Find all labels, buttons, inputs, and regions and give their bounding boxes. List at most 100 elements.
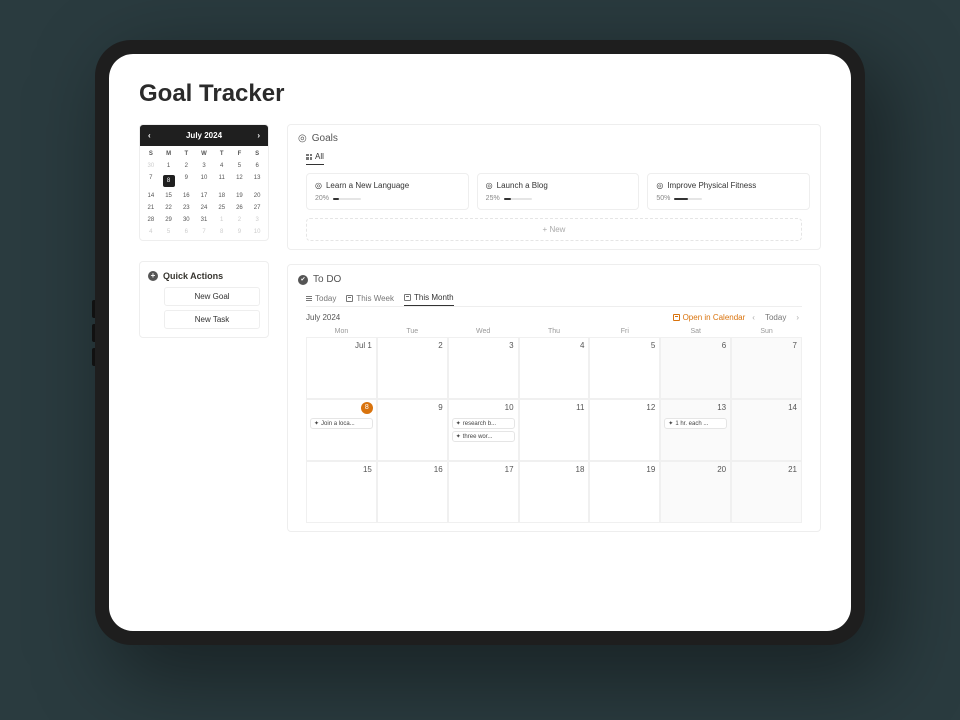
list-icon — [306, 296, 312, 301]
goal-card[interactable]: Learn a New Language20% — [306, 173, 469, 210]
minical-day[interactable]: 6 — [248, 160, 266, 172]
calendar-cell[interactable]: 12 — [589, 399, 660, 461]
minical-day[interactable]: 3 — [195, 160, 213, 172]
calendar-cell[interactable]: 5 — [589, 337, 660, 399]
calendar-cell[interactable]: 2 — [377, 337, 448, 399]
bolt-icon: ✦ — [456, 420, 461, 427]
minical-day[interactable]: 22 — [160, 202, 178, 214]
minical-day[interactable]: 15 — [160, 190, 178, 202]
calendar-cell[interactable]: 13✦1 hr. each ... — [660, 399, 731, 461]
calendar-cell[interactable]: 17 — [448, 461, 519, 523]
minical-day[interactable]: 9 — [177, 172, 195, 190]
new-goal-card-button[interactable]: + New — [306, 218, 802, 241]
minical-day[interactable]: 8 — [213, 226, 231, 238]
minical-day[interactable]: 9 — [231, 226, 249, 238]
minical-day[interactable]: 21 — [142, 202, 160, 214]
minical-day[interactable]: 19 — [231, 190, 249, 202]
minical-day[interactable]: 25 — [213, 202, 231, 214]
todo-tab[interactable]: This Week — [346, 293, 394, 306]
minical-prev-button[interactable]: ‹ — [144, 129, 155, 142]
quick-action-button[interactable]: New Task — [164, 310, 260, 329]
minical-day[interactable]: 6 — [177, 226, 195, 238]
minical-day[interactable]: 30 — [177, 214, 195, 226]
calendar-cell[interactable]: 15 — [306, 461, 377, 523]
minical-day[interactable]: 4 — [142, 226, 160, 238]
calendar-cell[interactable]: 6 — [660, 337, 731, 399]
calendar-cell[interactable]: 19 — [589, 461, 660, 523]
minical-day[interactable]: 2 — [177, 160, 195, 172]
minical-day[interactable]: 1 — [160, 160, 178, 172]
calendar-cell[interactable]: 11 — [519, 399, 590, 461]
calendar-cell[interactable]: 18 — [519, 461, 590, 523]
calendar-month-label: July 2024 — [306, 313, 340, 322]
goal-card[interactable]: Improve Physical Fitness50% — [647, 173, 810, 210]
calendar-cell[interactable]: 9 — [377, 399, 448, 461]
minical-day[interactable]: 3 — [248, 214, 266, 226]
minical-day[interactable]: 1 — [213, 214, 231, 226]
calendar-cell[interactable]: 21 — [731, 461, 802, 523]
calendar-dow: Fri — [589, 328, 660, 335]
minical-day[interactable]: 7 — [195, 226, 213, 238]
minical-next-button[interactable]: › — [253, 129, 264, 142]
calendar-prev-button[interactable]: ‹ — [749, 313, 758, 322]
target-icon — [656, 181, 663, 190]
minical-day[interactable]: 4 — [213, 160, 231, 172]
minical-dow: S — [142, 148, 160, 160]
calendar-cell[interactable]: 20 — [660, 461, 731, 523]
minical-day[interactable]: 14 — [142, 190, 160, 202]
calendar-today-badge: 8 — [361, 402, 373, 414]
calendar-event[interactable]: ✦Join a loca... — [310, 418, 373, 429]
minical-day[interactable]: 17 — [195, 190, 213, 202]
calendar-dow: Tue — [377, 328, 448, 335]
minical-day[interactable]: 5 — [231, 160, 249, 172]
minical-day[interactable]: 23 — [177, 202, 195, 214]
calendar-cell[interactable]: 3 — [448, 337, 519, 399]
minical-month-label: July 2024 — [186, 131, 222, 140]
calendar-cell[interactable]: 16 — [377, 461, 448, 523]
minical-dow: S — [248, 148, 266, 160]
todo-tab[interactable]: Today — [306, 293, 336, 306]
calendar-next-button[interactable]: › — [793, 313, 802, 322]
goals-tab-all[interactable]: All — [306, 152, 324, 165]
minical-day[interactable]: 18 — [213, 190, 231, 202]
quick-action-button[interactable]: New Goal — [164, 287, 260, 306]
open-in-calendar-label: Open in Calendar — [683, 313, 746, 322]
minical-day[interactable]: 30 — [142, 160, 160, 172]
minical-day[interactable]: 16 — [177, 190, 195, 202]
calendar-today-button[interactable]: Today — [762, 313, 789, 322]
todo-tab[interactable]: This Month — [404, 293, 454, 306]
calendar-event[interactable]: ✦1 hr. each ... — [664, 418, 727, 429]
minical-day[interactable]: 20 — [248, 190, 266, 202]
calendar-cell[interactable]: 14 — [731, 399, 802, 461]
calendar-cell[interactable]: 8 ✦Join a loca... — [306, 399, 377, 461]
goal-progress-pct: 25% — [486, 195, 500, 202]
calendar-cell[interactable]: 7 — [731, 337, 802, 399]
minical-day[interactable]: 12 — [231, 172, 249, 190]
open-in-calendar-button[interactable]: Open in Calendar — [673, 313, 746, 322]
minical-day[interactable]: 13 — [248, 172, 266, 190]
minical-day[interactable]: 8 — [160, 172, 178, 190]
minical-day[interactable]: 24 — [195, 202, 213, 214]
calendar-cell[interactable]: Jul 1 — [306, 337, 377, 399]
minical-day[interactable]: 26 — [231, 202, 249, 214]
calendar-event[interactable]: ✦research b... — [452, 418, 515, 429]
calendar-cell[interactable]: 4 — [519, 337, 590, 399]
minical-day[interactable]: 5 — [160, 226, 178, 238]
calendar-day-number: 17 — [505, 465, 514, 474]
minical-day[interactable]: 31 — [195, 214, 213, 226]
calendar-event[interactable]: ✦three wor... — [452, 431, 515, 442]
minical-day[interactable]: 10 — [195, 172, 213, 190]
grid-icon — [306, 154, 312, 160]
minical-day[interactable]: 29 — [160, 214, 178, 226]
minical-day[interactable]: 28 — [142, 214, 160, 226]
calendar-cell[interactable]: 10✦research b...✦three wor... — [448, 399, 519, 461]
minical-day[interactable]: 7 — [142, 172, 160, 190]
goal-card[interactable]: Launch a Blog25% — [477, 173, 640, 210]
minical-day[interactable]: 10 — [248, 226, 266, 238]
calendar-event-label: research b... — [463, 421, 496, 427]
minical-dow: M — [160, 148, 178, 160]
minical-day[interactable]: 11 — [213, 172, 231, 190]
minical-day[interactable]: 2 — [231, 214, 249, 226]
minical-day[interactable]: 27 — [248, 202, 266, 214]
todo-tab-label: This Week — [356, 294, 394, 303]
